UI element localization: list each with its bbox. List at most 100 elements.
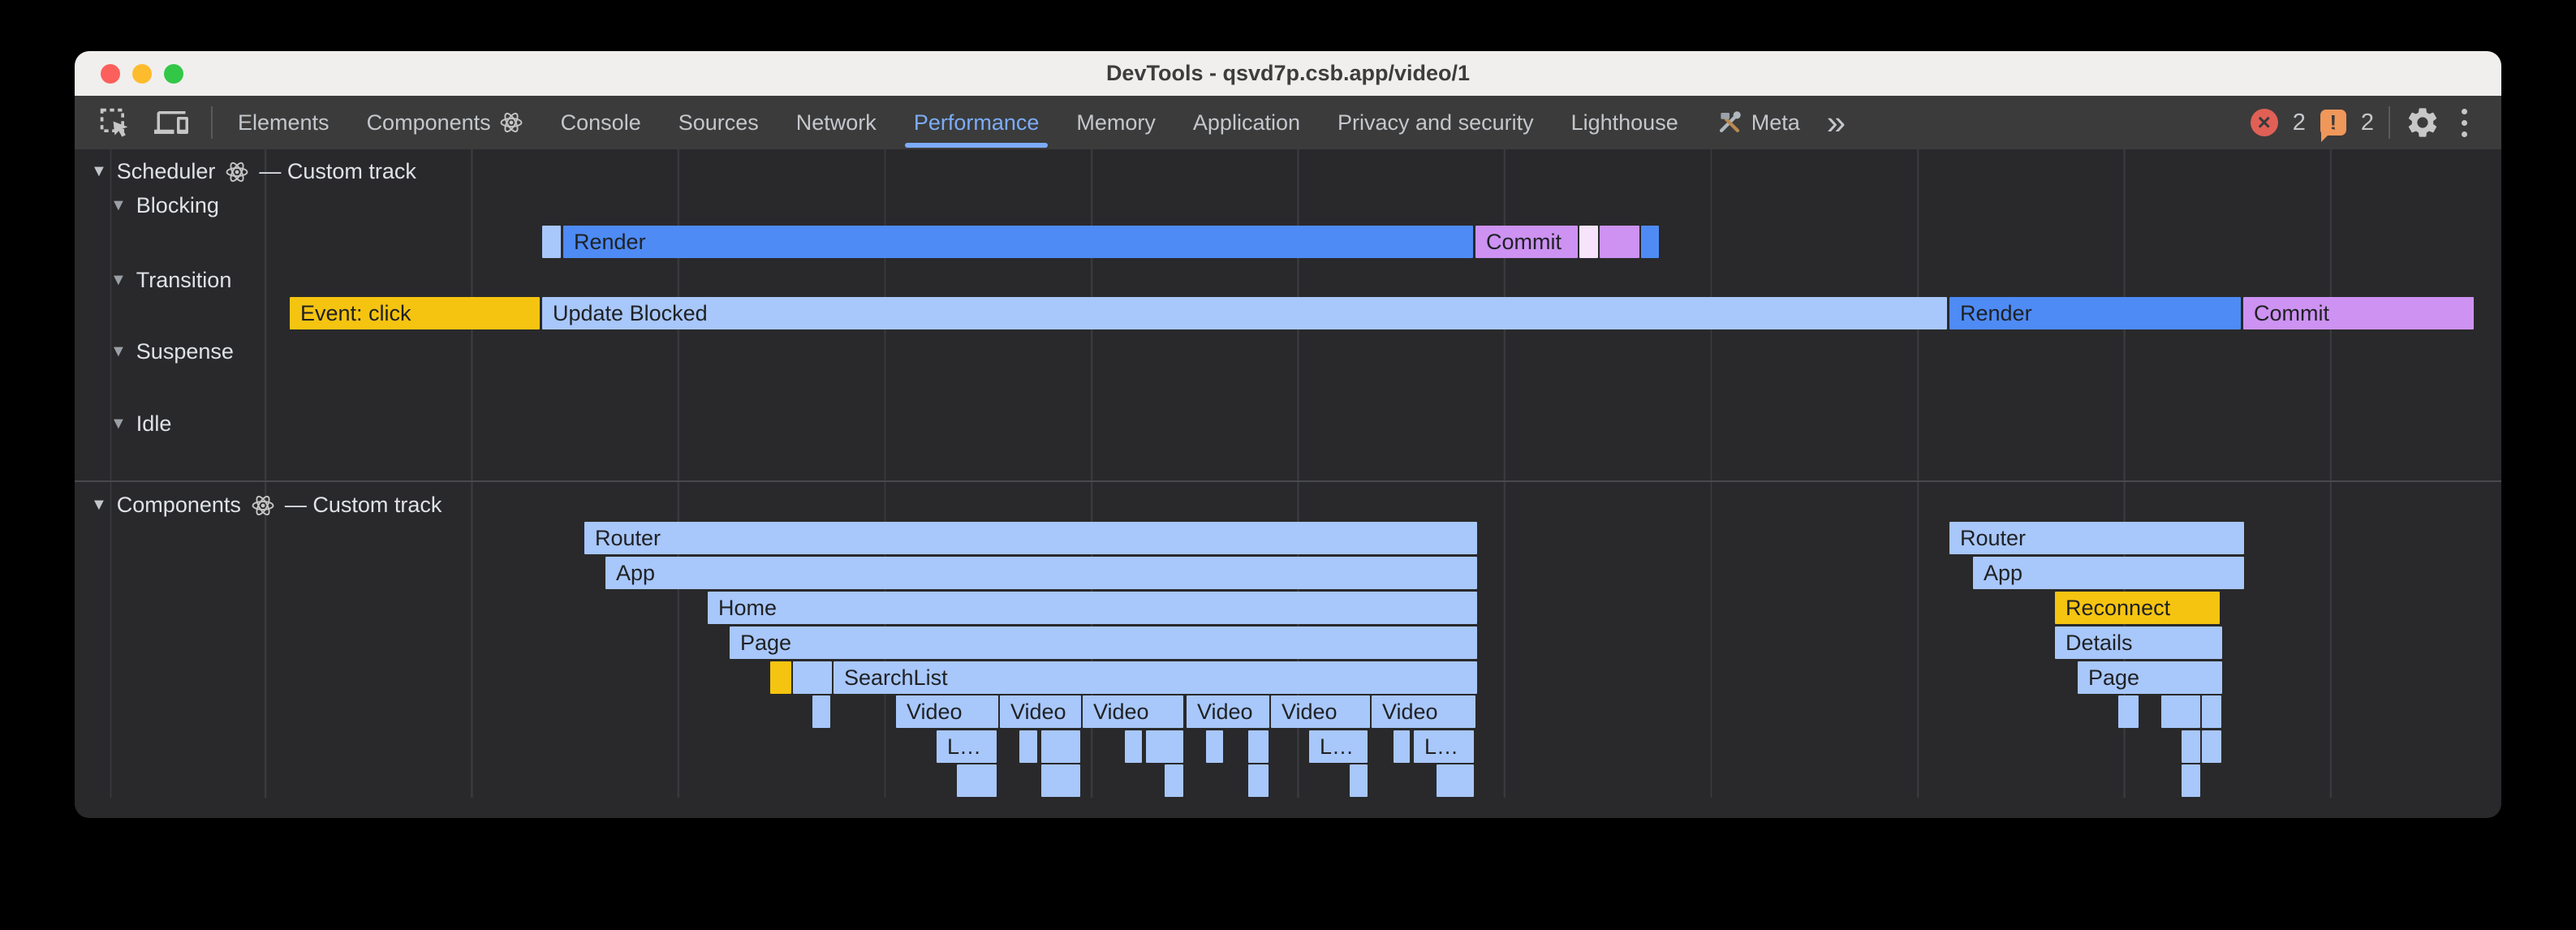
flame-bar[interactable] (2118, 695, 2139, 728)
tab-memory[interactable]: Memory (1058, 96, 1174, 149)
flame-bar-video[interactable]: Video (1372, 695, 1475, 728)
flame-bar[interactable] (1019, 730, 1037, 763)
components-track-header[interactable]: ▼ Components — Custom track (91, 493, 442, 518)
flame-bar-searchlist[interactable]: SearchList (834, 661, 1477, 694)
collapse-triangle-icon[interactable]: ▼ (110, 342, 127, 361)
flame-bar-home[interactable]: Home (708, 592, 1477, 624)
flame-bar-l-[interactable]: L… (1414, 730, 1474, 763)
flame-bar[interactable] (793, 661, 832, 694)
flame-bar[interactable] (957, 764, 997, 797)
performance-panel: ▼ Scheduler — Custom track ▼ Components (75, 149, 2501, 818)
flame-bar[interactable] (812, 695, 830, 728)
flame-bar[interactable] (2182, 764, 2200, 797)
lane-label: Transition (136, 268, 232, 293)
tab-application[interactable]: Application (1174, 96, 1319, 149)
flame-bar-page[interactable]: Page (2078, 661, 2222, 694)
flame-bar[interactable] (1206, 730, 1223, 763)
flame-bar-page[interactable]: Page (730, 626, 1477, 659)
tab-network[interactable]: Network (778, 96, 895, 149)
scheduler-track-header[interactable]: ▼ Scheduler — Custom track (91, 159, 416, 184)
window-titlebar: DevTools - qsvd7p.csb.app/video/1 (75, 51, 2501, 96)
close-window-button[interactable] (101, 64, 120, 84)
panel-tabs: ElementsComponentsConsoleSourcesNetworkP… (219, 96, 1819, 149)
flame-bar[interactable] (2182, 730, 2200, 763)
flame-bar[interactable] (2202, 695, 2221, 728)
issues-count: 2 (2361, 110, 2374, 136)
toolbar-separator (211, 106, 213, 139)
collapse-triangle-icon[interactable]: ▼ (91, 496, 107, 515)
flame-bar-details[interactable]: Details (2055, 626, 2222, 659)
collapse-triangle-icon[interactable]: ▼ (110, 271, 127, 290)
flame-bar[interactable] (2202, 730, 2221, 763)
flame-bar[interactable] (1579, 226, 1598, 258)
lane-label: Suspense (136, 339, 234, 364)
toolbar-right-controls: × 2 ! 2 (2251, 105, 2474, 140)
flame-bar-app[interactable]: App (605, 557, 1477, 589)
tab-sources[interactable]: Sources (660, 96, 778, 149)
collapse-triangle-icon[interactable]: ▼ (110, 415, 127, 433)
tab-elements[interactable]: Elements (219, 96, 348, 149)
settings-gear-icon[interactable] (2405, 105, 2440, 140)
flame-bar[interactable] (1641, 226, 1659, 258)
toolbar-separator (2389, 106, 2390, 139)
flame-bar[interactable] (1146, 730, 1183, 763)
flame-bar-update-blocked[interactable]: Update Blocked (542, 297, 1947, 329)
window-title: DevTools - qsvd7p.csb.app/video/1 (75, 61, 2501, 86)
flame-bar-reconnect[interactable]: Reconnect (2055, 592, 2220, 624)
collapse-triangle-icon[interactable]: ▼ (91, 162, 107, 181)
flame-bar[interactable] (1248, 730, 1269, 763)
flame-bar-event-click[interactable]: Event: click (290, 297, 540, 329)
flame-bar[interactable] (1125, 730, 1142, 763)
flame-bar-video[interactable]: Video (1187, 695, 1269, 728)
flame-bar[interactable] (1600, 226, 1639, 258)
tab-privacy-and-security[interactable]: Privacy and security (1319, 96, 1553, 149)
issues-count-icon[interactable]: ! (2320, 110, 2346, 136)
flame-bar[interactable] (1165, 764, 1183, 797)
lane-label: Idle (136, 411, 172, 437)
kebab-menu-icon[interactable] (2455, 105, 2474, 140)
flame-bar[interactable] (1350, 764, 1368, 797)
flame-bar-commit[interactable]: Commit (2243, 297, 2474, 329)
minimize-window-button[interactable] (132, 64, 152, 84)
device-toolbar-icon[interactable] (154, 105, 188, 140)
track-subtitle: — Custom track (285, 493, 442, 518)
tab-meta[interactable]: Meta (1697, 96, 1819, 149)
error-count-icon[interactable]: × (2251, 109, 2278, 136)
flame-bar-l-[interactable]: L… (937, 730, 997, 763)
flame-bar-l-[interactable]: L… (1309, 730, 1368, 763)
collapse-triangle-icon[interactable]: ▼ (110, 196, 127, 215)
inspect-element-icon[interactable] (97, 105, 131, 140)
flame-bar-commit[interactable]: Commit (1475, 226, 1578, 258)
lane-suspense[interactable]: ▼ Suspense (110, 339, 234, 364)
lane-transition[interactable]: ▼ Transition (110, 268, 231, 293)
tab-lighthouse[interactable]: Lighthouse (1553, 96, 1697, 149)
flame-bar-video[interactable]: Video (1083, 695, 1183, 728)
flame-bar-app[interactable]: App (1973, 557, 2244, 589)
tab-label: Components (367, 110, 491, 136)
flame-bar-router[interactable]: Router (584, 522, 1477, 554)
zoom-window-button[interactable] (164, 64, 183, 84)
flame-bar[interactable] (1437, 764, 1474, 797)
flame-bar[interactable] (2161, 695, 2200, 728)
flame-bar-video[interactable]: Video (896, 695, 998, 728)
lane-blocking[interactable]: ▼Blocking (110, 193, 219, 218)
tab-components[interactable]: Components (348, 96, 542, 149)
flame-bar[interactable] (1041, 764, 1080, 797)
lane-idle[interactable]: ▼ Idle (110, 411, 171, 437)
flame-bar-render[interactable]: Render (1949, 297, 2241, 329)
flame-bar-video[interactable]: Video (1000, 695, 1081, 728)
flame-bar[interactable] (770, 661, 791, 694)
flame-bar[interactable] (1248, 764, 1269, 797)
tab-label: Application (1193, 110, 1300, 136)
tab-performance[interactable]: Performance (895, 96, 1058, 149)
flame-bar[interactable] (1041, 730, 1080, 763)
track-subtitle: — Custom track (259, 159, 416, 184)
flame-bar-render[interactable]: Render (563, 226, 1473, 258)
toolbar-left-icons (97, 105, 213, 140)
flame-bar-video[interactable]: Video (1271, 695, 1370, 728)
flame-bar-router[interactable]: Router (1949, 522, 2244, 554)
flame-bar[interactable] (1394, 730, 1410, 763)
more-tabs-button[interactable]: » (1827, 105, 1846, 140)
tab-console[interactable]: Console (542, 96, 660, 149)
flame-bar[interactable] (542, 226, 561, 258)
